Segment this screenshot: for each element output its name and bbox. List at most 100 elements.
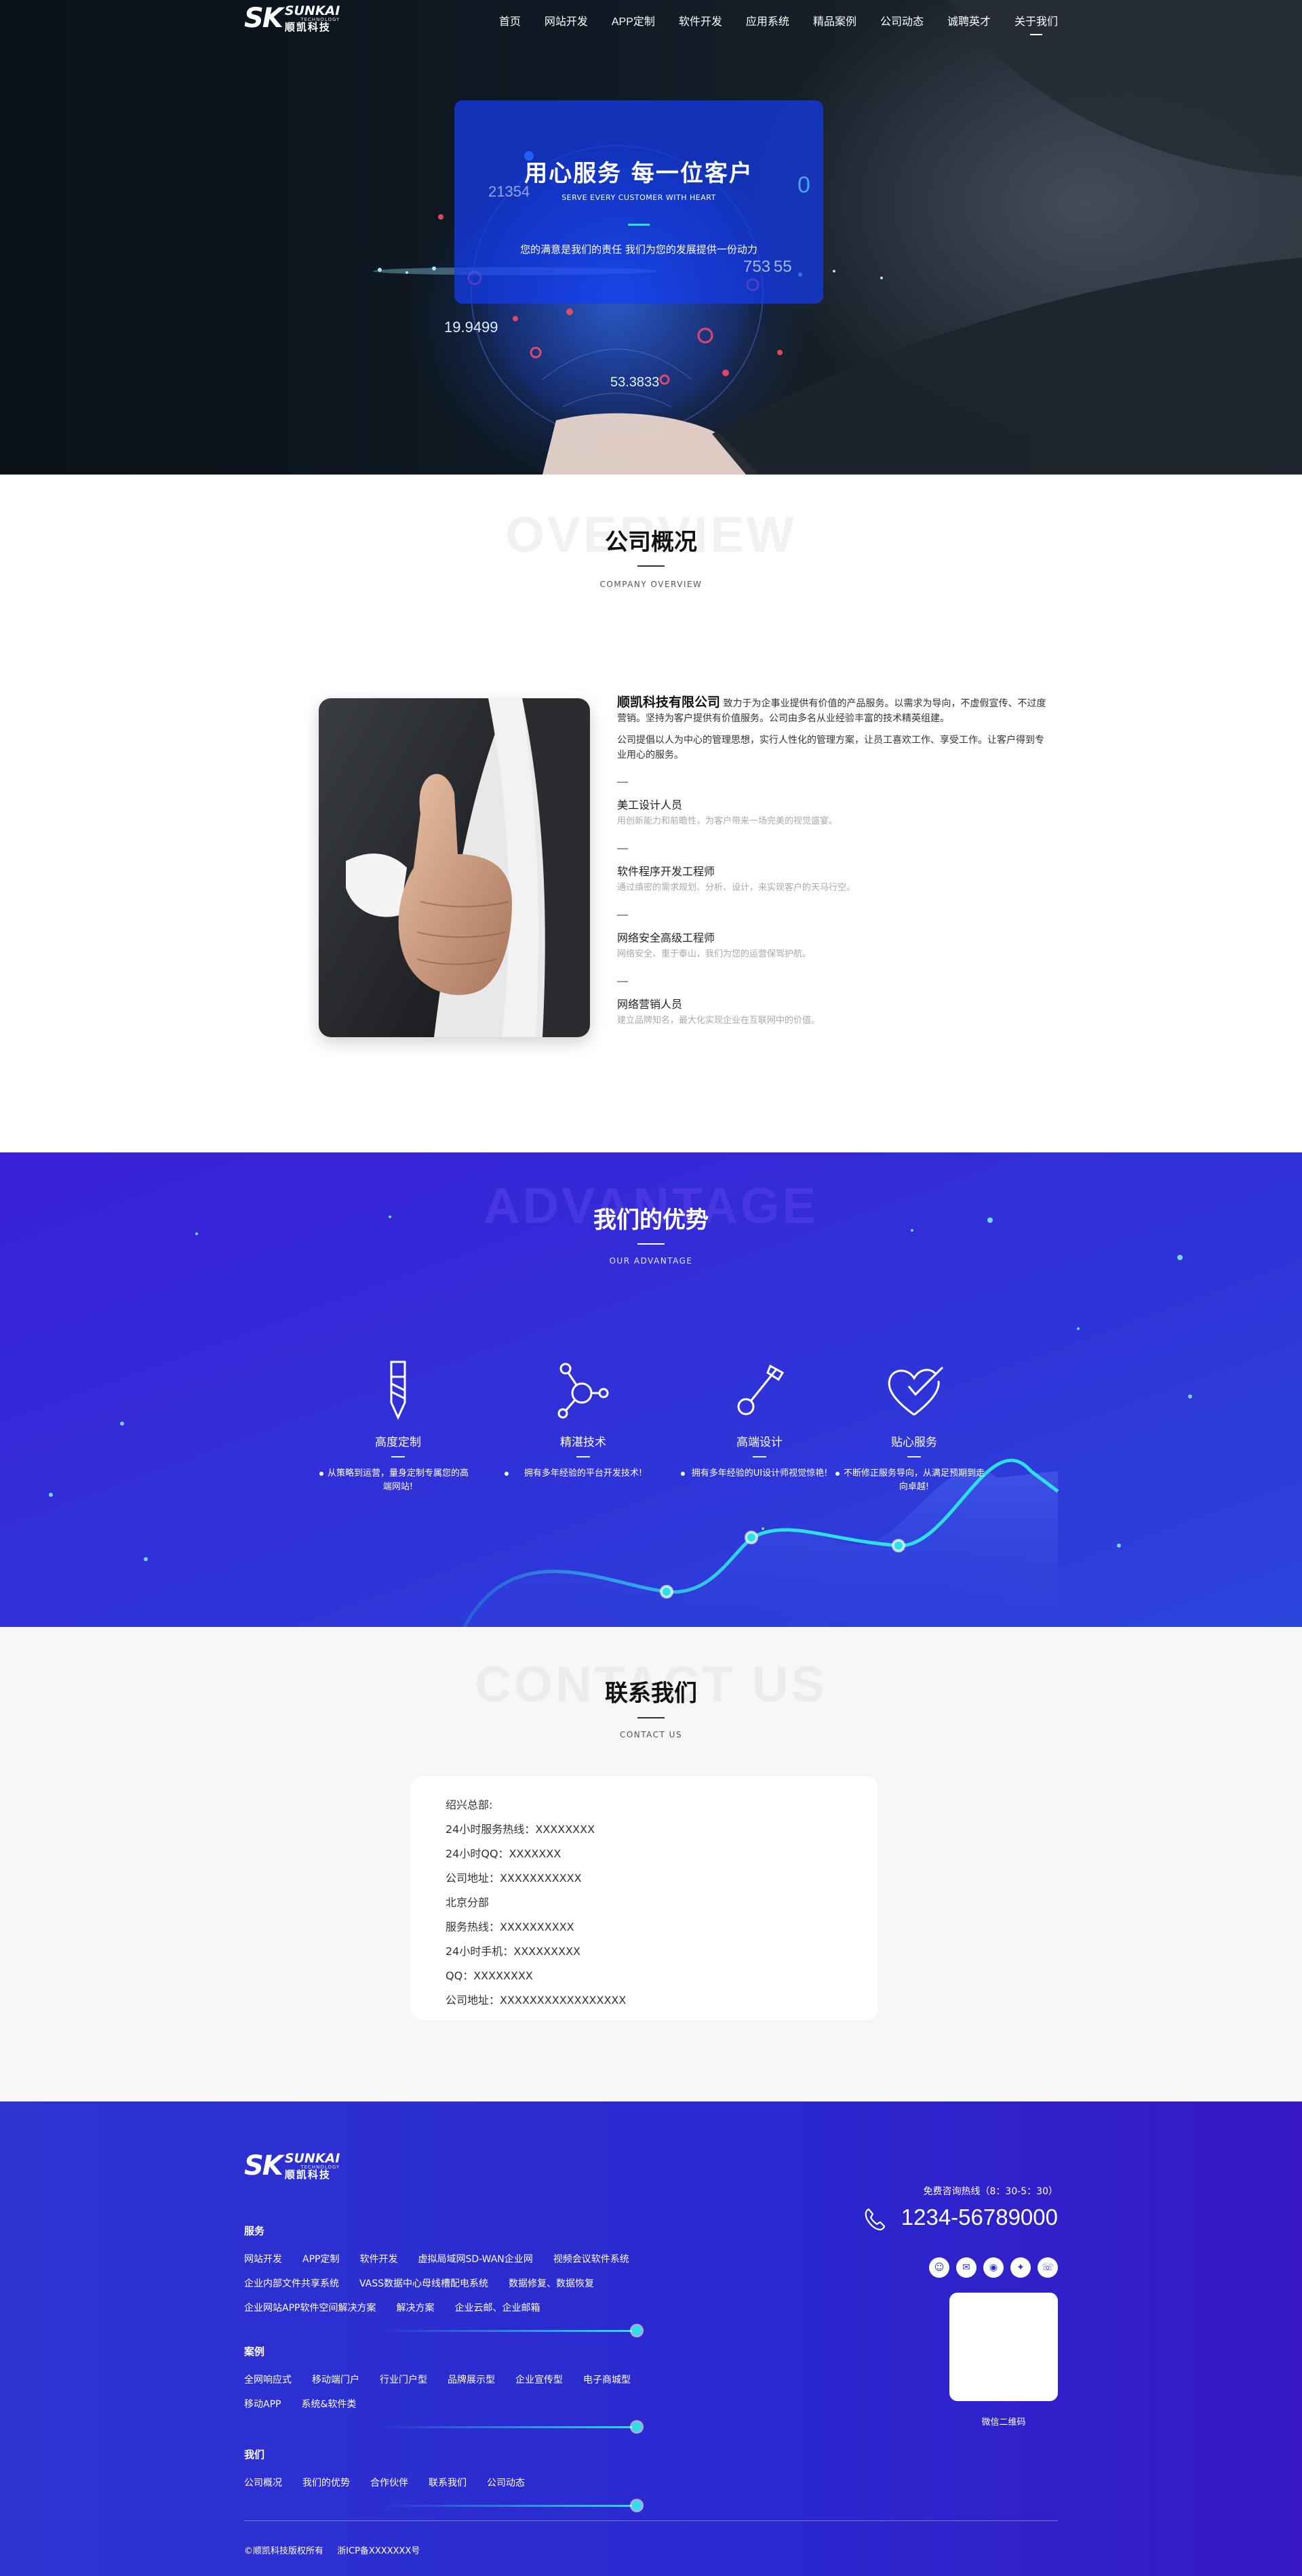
nav-cases[interactable]: 精品案例 (813, 12, 856, 28)
logo-cn: 顺凯科技 (284, 20, 331, 33)
footer-logo-cn: 顺凯科技 (284, 2168, 331, 2181)
overview-title: 公司概况 (605, 529, 697, 556)
phone-small-icon[interactable]: ☏ (1038, 2257, 1058, 2278)
team-item-dash (617, 782, 628, 783)
hero-number-5: 0 (797, 172, 810, 198)
advantage-item-line (907, 1456, 921, 1457)
footer-logo-en: SUNKAI (284, 2150, 340, 2166)
nav-about[interactable]: 关于我们 (1014, 12, 1058, 35)
footer-link[interactable]: 软件开发 (359, 2247, 397, 2272)
company-overview-section: OVERVIEW 公司概况 COMPANY OVERVIEW 顺凯科技有限公司 … (0, 475, 1302, 1152)
nav-careers[interactable]: 诚聘英才 (947, 12, 991, 28)
footer-progress-decoration (244, 2421, 651, 2433)
hotline-number[interactable]: 1234-56789000 (901, 2205, 1058, 2230)
top-navigation: SK SUNKAI TECHNOLOGY 顺凯科技 首页 网站开发 APP定制 … (0, 0, 1302, 41)
advantage-item-line (576, 1456, 590, 1457)
company-name: 顺凯科技有限公司 (617, 695, 721, 710)
advantage-item-service: 贴心服务 不断修正服务导向，从满足预期到走向卓越! (833, 1359, 995, 1494)
team-item-desc: 用创新能力和前瞻性，为客户带来一场完美的视觉盛宴。 (617, 816, 838, 826)
footer-link[interactable]: 企业内部文件共享系统 (244, 2272, 339, 2296)
phone-icon (865, 2208, 886, 2231)
contact-line: 公司地址：XXXXXXXXXXXXXXXXX (446, 1994, 627, 2007)
advantage-item-technology: 精湛技术 拥有多年经验的平台开发技术! (502, 1359, 665, 1481)
team-item-title: 软件程序开发工程师 (617, 865, 715, 878)
footer-link[interactable]: 公司概况 (244, 2471, 282, 2495)
nav-news[interactable]: 公司动态 (880, 12, 924, 28)
social-links: ☺ ✉ ◉ ✦ ☏ (861, 2257, 1058, 2278)
logo-mark: SK (244, 3, 283, 34)
footer-link[interactable]: 行业门户型 (380, 2368, 427, 2392)
team-item: 网络安全高级工程师 网络安全、重于泰山，我们为您的运营保驾护航。 (617, 914, 1051, 962)
advantage-item-design: 高端设计 拥有多年经验的UI设计师视觉惊艳! (678, 1359, 841, 1481)
footer-link[interactable]: 合作伙伴 (370, 2471, 408, 2495)
share-icon[interactable]: ✦ (1010, 2257, 1031, 2278)
footer-link[interactable]: 系统&软件类 (301, 2392, 356, 2417)
footer-link[interactable]: 网站开发 (244, 2247, 282, 2272)
footer-logo[interactable]: SK SUNKAI TECHNOLOGY 顺凯科技 (244, 2150, 340, 2181)
footer-link[interactable]: 企业云邮、企业邮箱 (454, 2296, 540, 2320)
footer-link[interactable]: 电子商城型 (583, 2368, 631, 2392)
footer-link[interactable]: 数据修复、数据恢复 (509, 2272, 594, 2296)
footer-link[interactable]: 解决方案 (396, 2296, 434, 2320)
contact-title: 联系我们 (605, 1680, 697, 1707)
company-intro-2: 公司提倡以人为中心的管理思想，实行人性化的管理方案，让员工喜欢工作、享受工作。让… (617, 735, 1044, 761)
advantage-item-title: 高端设计 (736, 1436, 783, 1449)
footer-divider (244, 2520, 1058, 2521)
advantage-item-title: 贴心服务 (891, 1436, 937, 1449)
footer-link[interactable]: 联系我们 (429, 2471, 467, 2495)
team-item-title: 网络营销人员 (617, 998, 683, 1011)
thumbs-up-photo (319, 698, 590, 1037)
site-logo[interactable]: SK SUNKAI TECHNOLOGY 顺凯科技 (244, 3, 340, 34)
footer-link[interactable]: VASS数据中心母线槽配电系统 (359, 2272, 488, 2296)
footer-group-title: 服务 (244, 2225, 265, 2237)
footer-logo-mark: SK (244, 2150, 283, 2181)
contact-line: 公司地址：XXXXXXXXXXX (446, 1872, 582, 1885)
copyright-text: ©顺凯科技版权所有 (244, 2546, 324, 2556)
footer-link[interactable]: 企业网站APP软件空间解决方案 (244, 2296, 376, 2320)
overview-subtitle: COMPANY OVERVIEW (599, 580, 703, 589)
footer-group-title: 案例 (244, 2346, 265, 2358)
footer-link[interactable]: APP定制 (302, 2247, 339, 2272)
contact-divider (637, 1717, 665, 1718)
footer-group-services: 服务 网站开发 APP定制 软件开发 虚拟局域网SD-WAN企业网 视频会议软件… (244, 2223, 651, 2337)
nav-home[interactable]: 首页 (499, 12, 521, 28)
contact-line: 24小时手机：XXXXXXXXX (446, 1945, 581, 1958)
advantage-heading: ADVANTAGE 我们的优势 OUR ADVANTAGE (0, 1181, 1302, 1266)
site-footer: SK SUNKAI TECHNOLOGY 顺凯科技 服务 网站开发 APP定制 … (0, 2101, 1302, 2576)
contact-subtitle: CONTACT US (619, 1730, 683, 1739)
footer-progress-decoration (244, 2325, 651, 2337)
nav-website-dev[interactable]: 网站开发 (545, 12, 588, 28)
main-menu: 首页 网站开发 APP定制 软件开发 应用系统 精品案例 公司动态 诚聘英才 关… (475, 12, 1058, 35)
weibo-icon[interactable]: ◉ (983, 2257, 1004, 2278)
hero-number-2: 753 55 (743, 258, 792, 276)
qr-label: 微信二维码 (981, 2417, 1026, 2428)
footer-link[interactable]: 移动APP (244, 2392, 281, 2417)
nav-app-custom[interactable]: APP定制 (612, 12, 655, 28)
nav-app-systems[interactable]: 应用系统 (746, 12, 789, 28)
footer-link[interactable]: 虚拟局域网SD-WAN企业网 (418, 2247, 532, 2272)
contact-card: 绍兴总部: 24小时服务热线：XXXXXXXX 24小时QQ：XXXXXXX 公… (410, 1776, 878, 2020)
team-item-desc: 网络安全、重于泰山，我们为您的运营保驾护航。 (617, 949, 812, 959)
footer-link[interactable]: 移动端门户 (312, 2368, 359, 2392)
qq-icon[interactable]: ☺ (929, 2257, 949, 2278)
contact-heading: CONTACT US 联系我们 CONTACT US (0, 1659, 1302, 1740)
pen-nib-icon (737, 1364, 785, 1415)
contact-line: 绍兴总部: (446, 1798, 493, 1811)
footer-link[interactable]: 视频会议软件系统 (553, 2247, 629, 2272)
icp-link[interactable]: 浙ICP备XXXXXXX号 (337, 2546, 420, 2556)
footer-link[interactable]: 品牌展示型 (448, 2368, 495, 2392)
footer-link[interactable]: 公司动态 (487, 2471, 525, 2495)
footer-link[interactable]: 我们的优势 (302, 2471, 350, 2495)
team-item-title: 美工设计人员 (617, 799, 683, 811)
nav-software-dev[interactable]: 软件开发 (679, 12, 722, 28)
team-item: 美工设计人员 用创新能力和前瞻性，为客户带来一场完美的视觉盛宴。 (617, 782, 1051, 829)
footer-link[interactable]: 企业宣传型 (515, 2368, 563, 2392)
team-item-dash (617, 981, 628, 982)
team-item-desc: 建立品牌知名，最大化实现企业在互联网中的价值。 (617, 1015, 821, 1026)
logo-sub: TECHNOLOGY (300, 16, 340, 22)
footer-link[interactable]: 全网响应式 (244, 2368, 292, 2392)
advantage-item-desc: 不断修正服务导向，从满足预期到走向卓越! (833, 1467, 995, 1494)
wechat-qr-code (949, 2293, 1058, 2401)
wechat-icon[interactable]: ✉ (956, 2257, 976, 2278)
contact-section: CONTACT US 联系我们 CONTACT US 绍兴总部: 24小时服务热… (0, 1627, 1302, 2101)
